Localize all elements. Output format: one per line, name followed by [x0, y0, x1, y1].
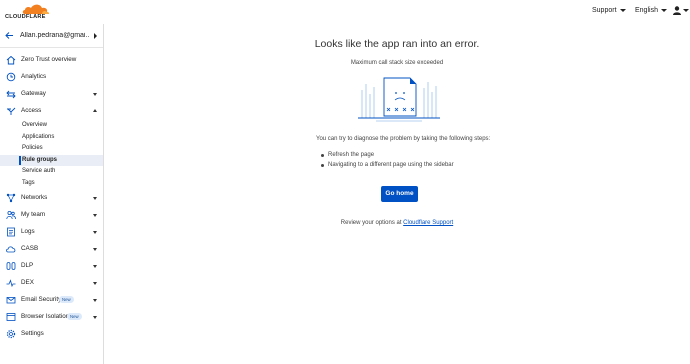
sidebar-subitem-label: Service auth: [22, 168, 56, 174]
sidebar-subitem-policies[interactable]: Policies: [0, 143, 103, 154]
mail-icon: [6, 297, 16, 304]
chevron-down-icon: [93, 316, 97, 319]
support-menu[interactable]: Support: [592, 7, 626, 14]
user-menu[interactable]: [673, 6, 689, 15]
sidebar-item-label: Gateway: [21, 90, 46, 97]
sidebar-item-my-team[interactable]: My team: [0, 207, 103, 223]
sidebar-item-label: My team: [21, 211, 46, 218]
cloudflare-support-link[interactable]: Cloudflare Support: [403, 220, 453, 226]
main-content: Looks like the app ran into an error. Ma…: [104, 24, 690, 364]
error-message: Maximum call stack size exceeded: [350, 60, 444, 66]
sidebar-subitem-applications[interactable]: Applications: [0, 132, 103, 143]
sidebar-item-label: Access: [21, 107, 42, 114]
chevron-down-icon: [93, 265, 97, 268]
sidebar-item-analytics[interactable]: Analytics: [0, 69, 103, 85]
sidebar-item-label: Browser Isolation: [21, 313, 70, 320]
sidebar-item-label: Settings: [21, 330, 44, 337]
error-title: Looks like the app ran into an error.: [314, 38, 480, 50]
sidebar-item-dex[interactable]: DEX: [0, 275, 103, 291]
sidebar-subitem-label: Tags: [22, 179, 35, 186]
team-icon: [6, 210, 16, 220]
sidebar-subitem-label: Overview: [22, 122, 48, 128]
sidebar-item-label: Networks: [21, 194, 48, 201]
go-home-button[interactable]: Go home: [381, 186, 418, 202]
sidebar-item-networks[interactable]: Networks: [0, 190, 103, 206]
sidebar-item-dlp[interactable]: DLP: [0, 258, 103, 274]
chevron-down-icon: [93, 231, 97, 234]
chevron-down-icon: [93, 214, 97, 217]
caret-down-icon: [683, 9, 689, 12]
new-badge: New: [59, 296, 74, 303]
top-bar: CLOUDFLARE Support English: [0, 0, 690, 24]
casb-icon: [6, 246, 16, 253]
sidebar-subitem-label: Applications: [22, 133, 55, 140]
broken-page-illustration: [358, 77, 440, 122]
step-item: Navigating to a different page using the…: [320, 160, 454, 170]
sidebar-item-label: Logs: [21, 228, 35, 235]
review-prefix: Review your options at: [340, 220, 404, 226]
new-badge: New: [67, 313, 82, 320]
chevron-down-icon: [93, 282, 97, 285]
arrow-left-icon[interactable]: [5, 31, 14, 40]
sidebar-item-label: DEX: [21, 279, 34, 286]
chevron-right-icon: [94, 33, 97, 39]
support-label: Support: [592, 7, 617, 14]
browser-icon: [6, 313, 16, 321]
logo-wordmark: CLOUDFLARE: [5, 14, 46, 20]
sidebar: Allan.pedrana@gmai... Zero Trust overvie…: [0, 24, 104, 364]
access-icon: [7, 107, 16, 115]
language-label: English: [635, 7, 658, 14]
sidebar-item-casb[interactable]: CASB: [0, 241, 103, 257]
home-icon: [6, 55, 16, 65]
clock-icon: [6, 72, 16, 82]
sidebar-item-email-security[interactable]: Email Security New: [0, 292, 103, 308]
sidebar-item-label: CASB: [21, 245, 39, 252]
sidebar-subitem-service-auth[interactable]: Service auth: [0, 166, 103, 177]
sidebar-subitem-rule-groups[interactable]: Rule groups: [0, 154, 103, 166]
account-switcher[interactable]: Allan.pedrana@gmai...: [0, 24, 103, 48]
logs-icon: [7, 227, 15, 237]
sidebar-item-settings[interactable]: Settings: [0, 326, 103, 342]
review-text: Review your options at Cloudflare Suppor…: [104, 220, 690, 226]
sidebar-item-logs[interactable]: Logs: [0, 224, 103, 240]
help-text: You can try to diagnose the problem by t…: [316, 136, 491, 142]
chevron-down-icon: [93, 248, 97, 251]
sidebar-item-access[interactable]: Access: [0, 103, 103, 119]
chevron-up-icon: [93, 109, 97, 112]
sidebar-item-label: DLP: [21, 262, 34, 269]
chevron-down-icon: [93, 93, 97, 96]
sidebar-item-label: Email Security: [21, 296, 62, 303]
sidebar-item-label: Analytics: [21, 73, 47, 80]
dex-icon: [6, 279, 16, 288]
step-item: Refresh the page: [320, 150, 454, 160]
sidebar-item-zero-trust-overview[interactable]: Zero Trust overview: [0, 52, 103, 68]
sidebar-subitem-label: Rule groups: [22, 156, 58, 163]
sidebar-subitem-tags[interactable]: Tags: [0, 178, 103, 189]
dlp-icon: [6, 262, 16, 270]
user-icon: [673, 6, 681, 15]
account-name: Allan.pedrana@gmai...: [20, 32, 90, 39]
networks-icon: [6, 193, 16, 203]
sidebar-subitem-label: Policies: [22, 145, 43, 151]
language-menu[interactable]: English: [635, 7, 667, 14]
caret-down-icon: [660, 9, 667, 12]
chevron-down-icon: [93, 299, 97, 302]
chevron-down-icon: [93, 197, 97, 200]
steps-list: Refresh the page Navigating to a differe…: [320, 150, 454, 170]
sidebar-item-gateway[interactable]: Gateway: [0, 86, 103, 102]
sidebar-subitem-overview[interactable]: Overview: [0, 120, 103, 131]
caret-down-icon: [619, 9, 626, 12]
sidebar-item-label: Zero Trust overview: [21, 56, 77, 63]
cloudflare-logo[interactable]: CLOUDFLARE: [5, 3, 50, 21]
gear-icon: [6, 329, 16, 339]
sidebar-item-browser-isolation[interactable]: Browser Isolation New: [0, 309, 103, 325]
gateway-icon: [6, 90, 16, 99]
